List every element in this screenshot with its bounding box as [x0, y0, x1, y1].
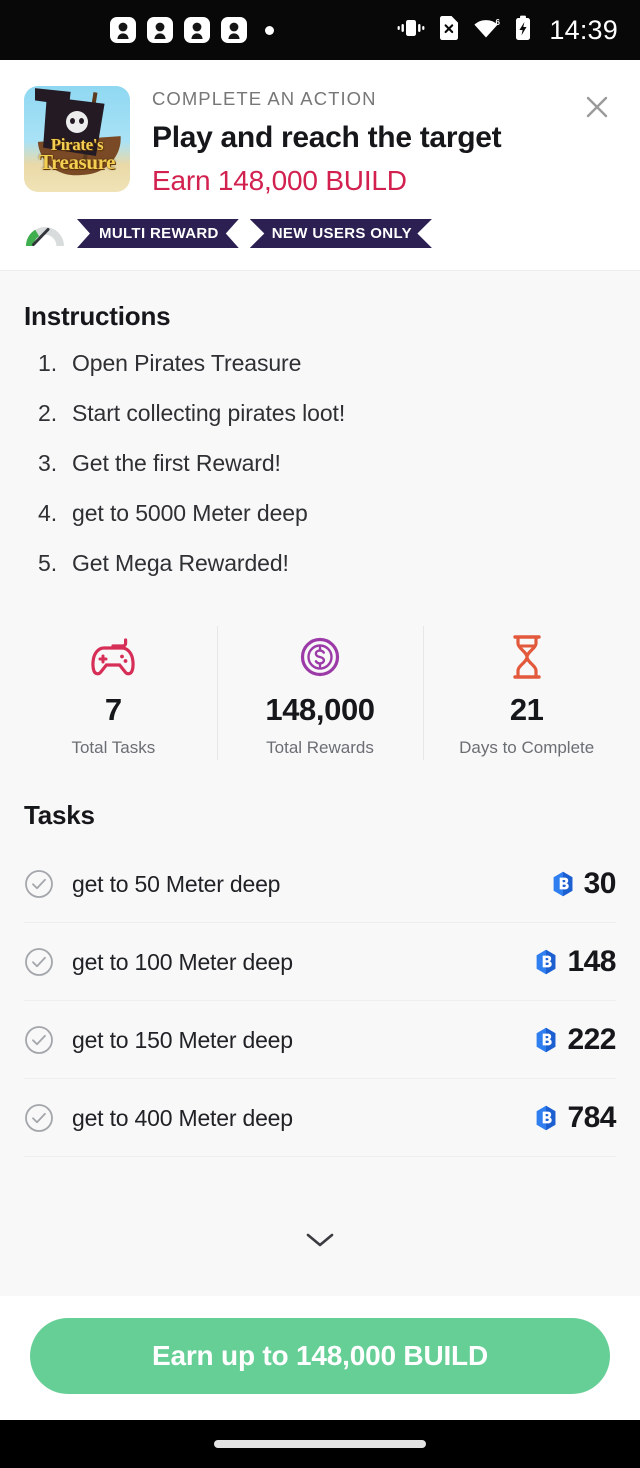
task-name: get to 150 Meter deep — [72, 1026, 293, 1053]
stat-total-rewards: 148,000 Total Rewards — [216, 618, 424, 768]
hourglass-icon — [427, 632, 626, 682]
chevron-down-icon — [306, 1233, 334, 1247]
task-amount: 30 — [583, 867, 617, 900]
earn-rewards-button[interactable]: Earn up to 148,000 BUILD — [30, 1318, 610, 1394]
app-icon-title: Pirate's Treasure — [24, 136, 130, 174]
stat-days-to-complete: 21 Days to Complete — [423, 618, 630, 768]
page-title: Play and reach the target — [152, 121, 502, 154]
tasks-heading: Tasks — [24, 800, 95, 830]
check-circle-icon — [24, 1025, 54, 1055]
gamepad-icon — [14, 632, 213, 682]
instructions-heading: Instructions — [24, 301, 171, 331]
check-circle-icon — [24, 869, 54, 899]
instruction-item: Open Pirates Treasure — [38, 350, 302, 377]
badge-multi-reward: MULTI REWARD — [77, 219, 239, 248]
status-bar: 6 14:39 — [0, 0, 640, 60]
check-circle-icon — [24, 947, 54, 977]
tasks-list: get to 50 Meter deep 30 get to 100 Meter… — [0, 831, 640, 1157]
stat-label: Total Tasks — [71, 738, 156, 757]
task-reward: 222 — [535, 1023, 616, 1057]
build-token-icon — [535, 1027, 557, 1053]
task-reward: 30 — [552, 867, 617, 901]
offer-header: Pirate's Treasure COMPLETE AN ACTION Pla… — [0, 60, 640, 219]
status-bar-clock: 14:39 — [549, 14, 618, 45]
offer-details-scroll[interactable]: Instructions Open Pirates Treasure Start… — [0, 271, 640, 1296]
stat-value: 21 — [509, 692, 544, 727]
instruction-item: Get Mega Rewarded! — [38, 550, 289, 577]
app-icon: Pirate's Treasure — [24, 86, 130, 192]
instructions-list: Open Pirates Treasure Start collecting p… — [0, 332, 640, 577]
task-name: get to 400 Meter deep — [72, 1104, 293, 1131]
stat-value: 7 — [104, 692, 122, 727]
offer-stats: 7 Total Tasks 148,000 Total Rewards 21 D… — [0, 600, 640, 776]
status-bar-notifications — [110, 17, 274, 43]
close-icon — [586, 96, 608, 118]
task-amount: 148 — [567, 945, 616, 978]
task-name: get to 50 Meter deep — [72, 870, 281, 897]
offer-text-block: COMPLETE AN ACTION Play and reach the ta… — [130, 86, 616, 197]
stat-total-tasks: 7 Total Tasks — [10, 618, 217, 768]
close-button[interactable] — [574, 84, 620, 130]
build-token-icon — [535, 949, 557, 975]
app-screen: 6 14:39 Pirate's Treasure COMPLETE AN AC… — [0, 0, 640, 1468]
task-amount: 222 — [567, 1023, 616, 1056]
check-circle-icon — [24, 1103, 54, 1133]
expand-tasks-button[interactable] — [0, 1228, 640, 1252]
stat-label: Total Rewards — [266, 738, 374, 757]
offer-kicker: COMPLETE AN ACTION — [152, 88, 377, 109]
system-navigation-bar — [0, 1420, 640, 1468]
stat-value: 148,000 — [265, 692, 375, 727]
task-row[interactable]: get to 100 Meter deep 148 — [24, 923, 616, 1001]
instruction-item: get to 5000 Meter deep — [38, 500, 308, 527]
task-amount: 784 — [567, 1101, 616, 1134]
offer-badges: MULTI REWARD NEW USERS ONLY — [0, 219, 640, 271]
build-token-icon — [552, 871, 574, 897]
status-bar-system-icons: 6 14:39 — [397, 15, 618, 46]
wifi-icon: 6 — [473, 16, 501, 45]
instruction-item: Get the first Reward! — [38, 450, 281, 477]
battery-charging-icon — [514, 15, 532, 46]
notification-icon — [110, 17, 136, 43]
instruction-item: Start collecting pirates loot! — [38, 400, 346, 427]
cta-container: Earn up to 148,000 BUILD — [0, 1296, 640, 1420]
task-row[interactable]: get to 150 Meter deep 222 — [24, 1001, 616, 1079]
task-row[interactable]: get to 400 Meter deep 784 — [24, 1079, 616, 1157]
build-token-icon — [535, 1105, 557, 1131]
notification-icon — [184, 17, 210, 43]
pirate-flag-shape — [34, 88, 71, 106]
offer-reward-amount: Earn 148,000 BUILD — [152, 165, 407, 196]
gauge-icon — [24, 221, 66, 247]
svg-text:6: 6 — [496, 18, 501, 27]
dollar-coin-icon — [221, 632, 420, 682]
task-name: get to 100 Meter deep — [72, 948, 293, 975]
task-reward: 784 — [535, 1101, 616, 1135]
no-sim-icon — [438, 15, 460, 46]
vibrate-icon — [397, 16, 425, 45]
notification-icon — [221, 17, 247, 43]
task-reward: 148 — [535, 945, 616, 979]
notification-icon — [147, 17, 173, 43]
stat-label: Days to Complete — [459, 738, 595, 757]
home-gesture-pill[interactable] — [214, 1440, 426, 1448]
app-icon-title-line2: Treasure — [38, 149, 116, 174]
notification-dot-icon — [265, 25, 274, 35]
badge-new-users-only: NEW USERS ONLY — [249, 219, 432, 248]
task-row[interactable]: get to 50 Meter deep 30 — [24, 845, 617, 923]
